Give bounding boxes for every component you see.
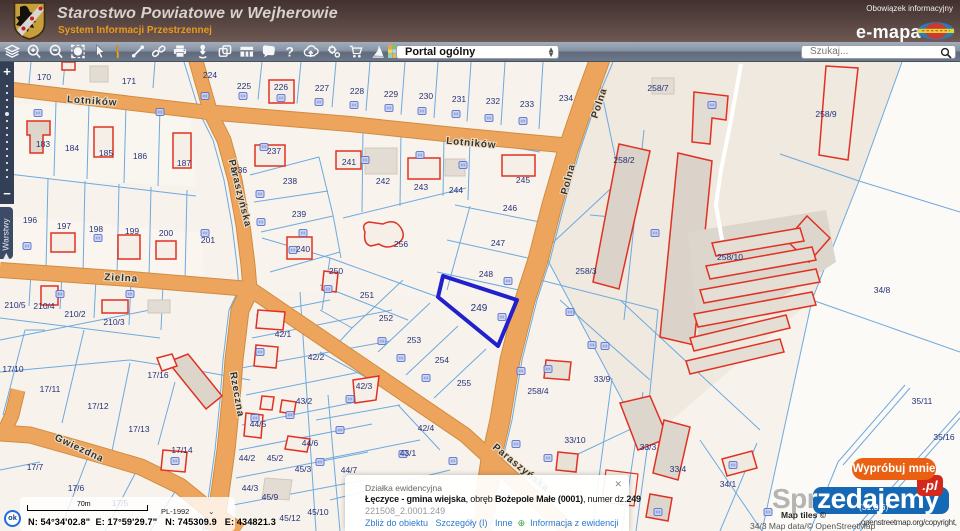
- svg-text:229: 229: [384, 89, 398, 99]
- svg-text:249: 249: [471, 303, 488, 314]
- svg-text:45/3: 45/3: [295, 464, 312, 474]
- svg-text:201: 201: [201, 235, 215, 245]
- svg-text:239: 239: [292, 209, 306, 219]
- svg-text:33/4: 33/4: [670, 464, 687, 474]
- svg-text:258/3: 258/3: [575, 266, 597, 276]
- svg-text:17/7: 17/7: [27, 462, 44, 472]
- svg-text:17/6: 17/6: [68, 483, 85, 493]
- svg-text:33/10: 33/10: [564, 435, 586, 445]
- svg-text:238: 238: [283, 176, 297, 186]
- svg-text:45/9: 45/9: [262, 492, 279, 502]
- svg-text:258/2: 258/2: [613, 155, 635, 165]
- svg-text:42/1: 42/1: [275, 329, 292, 339]
- svg-text:224: 224: [203, 70, 217, 80]
- svg-text:210/5: 210/5: [4, 300, 26, 310]
- svg-text:199: 199: [125, 226, 139, 236]
- svg-text:210/3: 210/3: [103, 317, 125, 327]
- svg-text:236: 236: [233, 165, 247, 175]
- svg-text:258/10: 258/10: [717, 252, 743, 262]
- svg-text:35/16: 35/16: [933, 432, 955, 442]
- svg-text:247: 247: [491, 238, 505, 248]
- svg-text:246: 246: [503, 203, 517, 213]
- svg-text:171: 171: [122, 76, 136, 86]
- svg-text:252: 252: [379, 313, 393, 323]
- svg-text:228: 228: [350, 86, 364, 96]
- svg-text:258/7: 258/7: [647, 83, 669, 93]
- svg-text:233: 233: [520, 99, 534, 109]
- svg-text:17/12: 17/12: [87, 401, 109, 411]
- svg-text:44/3: 44/3: [242, 483, 259, 493]
- svg-text:196: 196: [23, 215, 37, 225]
- svg-text:197: 197: [57, 221, 71, 231]
- svg-text:256: 256: [394, 239, 408, 249]
- svg-text:248: 248: [479, 269, 493, 279]
- svg-text:237: 237: [267, 146, 281, 156]
- svg-text:42/4: 42/4: [418, 423, 435, 433]
- svg-text:42/3: 42/3: [356, 381, 373, 391]
- svg-text:17/11: 17/11: [40, 384, 61, 394]
- svg-text:17/14: 17/14: [171, 445, 193, 455]
- svg-text:43/2: 43/2: [296, 396, 313, 406]
- svg-text:240: 240: [296, 244, 310, 254]
- svg-text:34/1: 34/1: [720, 479, 737, 489]
- svg-text:45/12: 45/12: [279, 513, 301, 523]
- svg-text:227: 227: [315, 83, 329, 93]
- svg-text:186: 186: [133, 151, 147, 161]
- svg-text:17/10: 17/10: [2, 364, 24, 374]
- svg-text:Zielna: Zielna: [104, 272, 138, 285]
- svg-text:45/2: 45/2: [267, 453, 284, 463]
- svg-text:33/3: 33/3: [640, 442, 657, 452]
- svg-text:241: 241: [342, 157, 356, 167]
- svg-text:34/8: 34/8: [874, 285, 891, 295]
- svg-text:45/10: 45/10: [307, 507, 329, 517]
- svg-text:200: 200: [159, 228, 173, 238]
- svg-text:44/2: 44/2: [239, 453, 256, 463]
- svg-text:17/16: 17/16: [147, 370, 169, 380]
- svg-text:35/11: 35/11: [912, 396, 933, 406]
- svg-text:242: 242: [376, 176, 390, 186]
- svg-text:255: 255: [457, 378, 471, 388]
- svg-text:170: 170: [37, 72, 51, 82]
- svg-text:258/4: 258/4: [527, 386, 549, 396]
- svg-text:183: 183: [36, 139, 50, 149]
- svg-text:231: 231: [452, 94, 466, 104]
- svg-text:44/7: 44/7: [341, 465, 358, 475]
- svg-text:184: 184: [65, 143, 79, 153]
- svg-text:232: 232: [486, 96, 500, 106]
- svg-text:251: 251: [360, 290, 374, 300]
- svg-text:230: 230: [419, 91, 433, 101]
- svg-text:44/6: 44/6: [302, 438, 319, 448]
- svg-text:243: 243: [414, 182, 428, 192]
- svg-text:258/9: 258/9: [815, 109, 837, 119]
- svg-text:43/1: 43/1: [400, 448, 417, 458]
- svg-text:?: ?: [286, 45, 294, 60]
- svg-text:245: 245: [516, 175, 530, 185]
- svg-text:185: 185: [99, 148, 113, 158]
- svg-text:254: 254: [435, 355, 449, 365]
- svg-text:42/2: 42/2: [308, 352, 325, 362]
- svg-text:210/4: 210/4: [33, 301, 55, 311]
- svg-text:44/5: 44/5: [250, 419, 267, 429]
- svg-text:198: 198: [89, 224, 103, 234]
- svg-text:226: 226: [274, 82, 288, 92]
- svg-text:17/13: 17/13: [128, 424, 150, 434]
- svg-text:33/9: 33/9: [594, 374, 611, 384]
- svg-text:234: 234: [559, 93, 573, 103]
- svg-text:244: 244: [449, 185, 463, 195]
- svg-text:225: 225: [237, 81, 251, 91]
- svg-text:210/2: 210/2: [64, 309, 86, 319]
- svg-text:187: 187: [177, 158, 191, 168]
- svg-text:253: 253: [407, 335, 421, 345]
- svg-text:250: 250: [329, 266, 343, 276]
